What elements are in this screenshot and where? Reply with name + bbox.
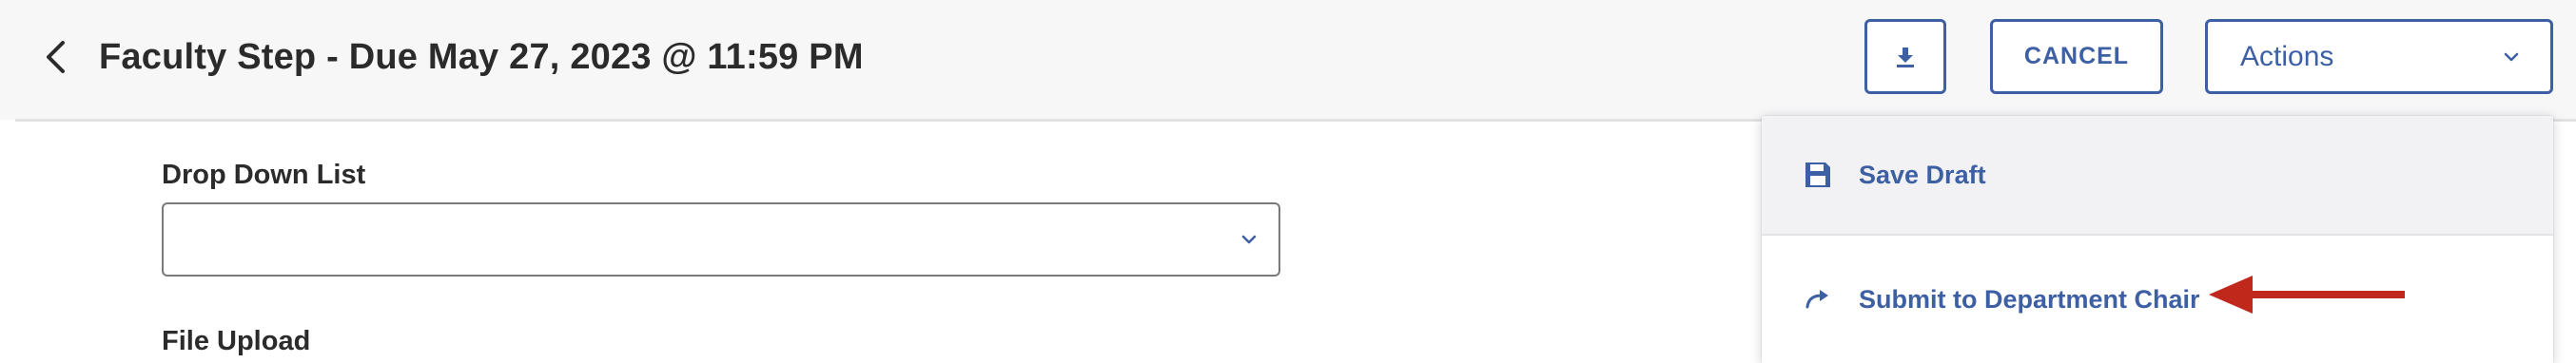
- dropdown-field-label: Drop Down List: [162, 160, 366, 190]
- actions-label: Actions: [2240, 40, 2334, 72]
- page-title: Faculty Step - Due May 27, 2023 @ 11:59 …: [99, 37, 864, 77]
- chevron-left-icon: [47, 41, 65, 73]
- download-button[interactable]: [1864, 19, 1946, 94]
- page: Faculty Step - Due May 27, 2023 @ 11:59 …: [0, 0, 2576, 363]
- menu-item-label: Submit to Department Chair: [1859, 284, 2200, 314]
- red-arrow-pointer-icon: [2209, 276, 2405, 314]
- download-icon: [1897, 47, 1914, 67]
- actions-menu: Save Draft Submit to Department Chair: [1762, 116, 2553, 363]
- chevron-down-icon: [1241, 235, 1257, 244]
- menu-item-label: Save Draft: [1859, 160, 1986, 189]
- redo-arrow-icon: [1800, 281, 1836, 317]
- save-icon: [1800, 157, 1836, 193]
- chevron-down-icon: [2504, 52, 2519, 61]
- file-upload-label: File Upload: [162, 326, 311, 356]
- back-button[interactable]: [36, 36, 74, 78]
- actions-dropdown-button[interactable]: Actions: [2205, 19, 2553, 94]
- cancel-button[interactable]: CANCEL: [1990, 19, 2163, 94]
- menu-item-submit-to-department-chair[interactable]: Submit to Department Chair: [1762, 236, 2553, 363]
- header-bar: Faculty Step - Due May 27, 2023 @ 11:59 …: [0, 0, 2576, 122]
- drop-down-list-select[interactable]: [162, 202, 1280, 277]
- menu-item-save-draft[interactable]: Save Draft: [1762, 116, 2553, 236]
